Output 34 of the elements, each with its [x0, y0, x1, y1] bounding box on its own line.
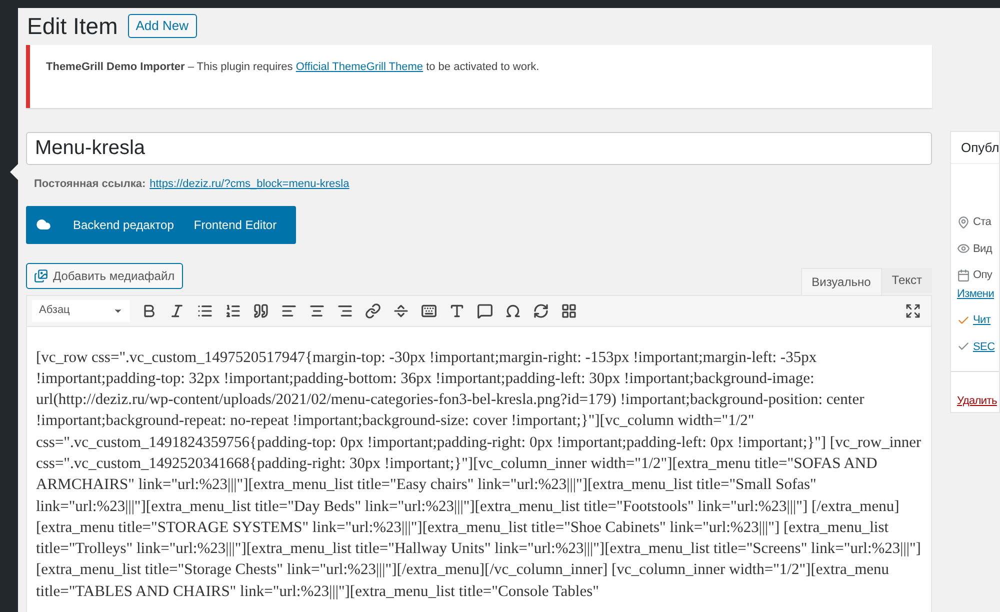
refresh-icon[interactable] — [532, 302, 550, 320]
editor-tab[interactable]: Визуально — [800, 268, 882, 294]
eye-icon — [957, 242, 970, 256]
status-label: Вид — [973, 242, 992, 256]
permalink-link[interactable]: https://deziz.ru/?cms_block=menu-kresla — [150, 176, 350, 192]
add-new-button[interactable]: Add New — [128, 14, 197, 38]
cloud-icon — [36, 217, 51, 232]
format-select[interactable]: Абзац — [32, 300, 130, 322]
status-link[interactable]: SEC — [973, 338, 995, 355]
editor-tab[interactable]: Текст — [882, 268, 932, 292]
status-link[interactable]: Чит — [973, 312, 991, 328]
chat-icon[interactable] — [476, 302, 494, 320]
media-icon — [34, 268, 48, 282]
current-menu-arrow — [10, 164, 18, 180]
backend-editor-button[interactable]: Backend редактор — [73, 206, 174, 244]
publish-box-title: Опубл — [961, 138, 1000, 157]
title-field[interactable]: Menu-kresla — [26, 132, 932, 165]
pin-icon — [957, 216, 970, 229]
fullscreen-icon[interactable] — [904, 302, 922, 320]
shortcode-text: [vc_row css=".vc_custom_1497520517947{margin-top: -30px !important;margin-right: -153px !important;margin-left: -35px !important;padding-top: 32px !important;padding-bottom: 36px !important;padding-left: 30px !important;background-image: url(http://deziz.ru/wp-content/uploads/2021/02/menu-categories-fon3-bel-kresla.png?id=179) !important;background-position: center !important;background-repeat: no-repeat !important;background-size: cover !important;}"][vc_column width="1/2" css=".vc_custom_1491824359756{padding-top: 0px !important;padding-right: 0px !important;padding-left: 0px !important;}"] [vc_row_inner css=".vc_custom_1492520341668{padding-right: 30px !important;}"][vc_column_inner width="1/2"][extra_menu title="SOFAS AND ARMCHAIRS" link="url:%23|||"][extra_menu_list title="Easy chairs" link="url:%23|||"][extra_menu_list title="Small Sofas" link="url:%23|||"][extra_menu_list title="Day Beds" link="url:%23|||"][extra_menu_list title="Footstools" link="url:%23|||"] [/extra_menu][extra_menu title="STORAGE SYSTEMS" link="url:%23|||"][extra_menu_list title="Shoe Cabinets" link="url:%23|||"] [extra_menu_list title="Trolleys" link="url:%23|||"][extra_menu_list title="Hallway Units" link="url:%23|||"][extra_menu_list title="Screens" link="url:%23|||"][extra_menu_list title="Storage Chests" link="url:%23|||"][/extra_menu][/vc_column_inner] [vc_column_inner width="1/2"][extra_menu title="TABLES AND CHAIRS" link="url:%23|||"][extra_menu_list title="Console Tables" — [36, 348, 922, 602]
calendar-icon — [957, 268, 970, 282]
grid-icon[interactable] — [560, 302, 578, 320]
status-label: Опу — [973, 268, 992, 283]
status-label: Ста — [973, 215, 992, 230]
theme-link[interactable]: Official ThemeGrill Theme — [296, 61, 424, 74]
page-title: Edit Item — [26, 12, 118, 41]
edit-link[interactable]: Измени — [957, 286, 994, 302]
permalink-label: Постоянная ссылка: — [34, 177, 146, 192]
add-media-button[interactable]: Добавить медиафайл — [26, 262, 183, 288]
quote-icon[interactable] — [252, 302, 270, 320]
link-icon[interactable] — [364, 302, 382, 320]
delete-link[interactable]: Удалить — [957, 395, 997, 407]
notice-text: ThemeGrill Demo Importer – This plugin requires Official ThemeGrill Theme to be activated to work. — [46, 60, 540, 76]
frontend-editor-button[interactable]: Frontend Editor — [194, 206, 277, 244]
